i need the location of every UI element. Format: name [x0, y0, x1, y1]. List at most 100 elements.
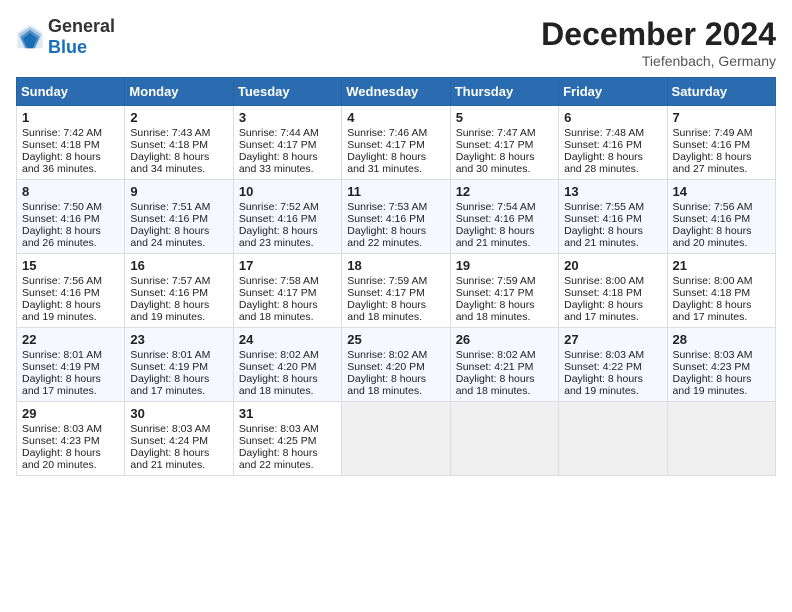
sunset-label: Sunset: 4:22 PM: [564, 361, 642, 373]
sunset-label: Sunset: 4:19 PM: [22, 361, 100, 373]
logo: General Blue: [16, 16, 115, 58]
calendar-week-row: 8 Sunrise: 7:50 AM Sunset: 4:16 PM Dayli…: [17, 180, 776, 254]
calendar-cell: 15 Sunrise: 7:56 AM Sunset: 4:16 PM Dayl…: [17, 254, 125, 328]
daylight-label: Daylight: 8 hours and 20 minutes.: [673, 225, 752, 249]
day-number: 2: [130, 110, 227, 125]
calendar-cell: 14 Sunrise: 7:56 AM Sunset: 4:16 PM Dayl…: [667, 180, 775, 254]
sunset-label: Sunset: 4:18 PM: [22, 139, 100, 151]
day-number: 12: [456, 184, 553, 199]
day-number: 27: [564, 332, 661, 347]
sunset-label: Sunset: 4:23 PM: [673, 361, 751, 373]
sunset-label: Sunset: 4:17 PM: [456, 287, 534, 299]
day-number: 7: [673, 110, 770, 125]
calendar-cell: [450, 402, 558, 476]
calendar-cell: 19 Sunrise: 7:59 AM Sunset: 4:17 PM Dayl…: [450, 254, 558, 328]
daylight-label: Daylight: 8 hours and 31 minutes.: [347, 151, 426, 175]
sunrise-label: Sunrise: 8:03 AM: [239, 423, 319, 435]
day-number: 5: [456, 110, 553, 125]
daylight-label: Daylight: 8 hours and 27 minutes.: [673, 151, 752, 175]
sunrise-label: Sunrise: 7:42 AM: [22, 127, 102, 139]
sunset-label: Sunset: 4:16 PM: [564, 139, 642, 151]
day-number: 4: [347, 110, 444, 125]
weekday-header-monday: Monday: [125, 78, 233, 106]
sunrise-label: Sunrise: 8:01 AM: [22, 349, 102, 361]
sunset-label: Sunset: 4:18 PM: [673, 287, 751, 299]
calendar-week-row: 15 Sunrise: 7:56 AM Sunset: 4:16 PM Dayl…: [17, 254, 776, 328]
daylight-label: Daylight: 8 hours and 21 minutes.: [130, 447, 209, 471]
sunrise-label: Sunrise: 7:43 AM: [130, 127, 210, 139]
day-number: 21: [673, 258, 770, 273]
calendar-cell: 22 Sunrise: 8:01 AM Sunset: 4:19 PM Dayl…: [17, 328, 125, 402]
sunrise-label: Sunrise: 8:03 AM: [564, 349, 644, 361]
calendar-cell: 27 Sunrise: 8:03 AM Sunset: 4:22 PM Dayl…: [559, 328, 667, 402]
weekday-header-friday: Friday: [559, 78, 667, 106]
daylight-label: Daylight: 8 hours and 17 minutes.: [130, 373, 209, 397]
sunrise-label: Sunrise: 7:47 AM: [456, 127, 536, 139]
weekday-header-saturday: Saturday: [667, 78, 775, 106]
calendar-cell: 21 Sunrise: 8:00 AM Sunset: 4:18 PM Dayl…: [667, 254, 775, 328]
sunrise-label: Sunrise: 7:44 AM: [239, 127, 319, 139]
sunset-label: Sunset: 4:16 PM: [673, 213, 751, 225]
title-block: December 2024 Tiefenbach, Germany: [541, 16, 776, 69]
location: Tiefenbach, Germany: [541, 53, 776, 69]
calendar-cell: [559, 402, 667, 476]
daylight-label: Daylight: 8 hours and 19 minutes.: [130, 299, 209, 323]
daylight-label: Daylight: 8 hours and 18 minutes.: [347, 299, 426, 323]
page-header: General Blue December 2024 Tiefenbach, G…: [16, 16, 776, 69]
sunset-label: Sunset: 4:20 PM: [239, 361, 317, 373]
calendar-cell: 11 Sunrise: 7:53 AM Sunset: 4:16 PM Dayl…: [342, 180, 450, 254]
calendar-cell: 12 Sunrise: 7:54 AM Sunset: 4:16 PM Dayl…: [450, 180, 558, 254]
daylight-label: Daylight: 8 hours and 17 minutes.: [22, 373, 101, 397]
daylight-label: Daylight: 8 hours and 19 minutes.: [564, 373, 643, 397]
day-number: 20: [564, 258, 661, 273]
calendar-week-row: 1 Sunrise: 7:42 AM Sunset: 4:18 PM Dayli…: [17, 106, 776, 180]
daylight-label: Daylight: 8 hours and 18 minutes.: [239, 299, 318, 323]
sunrise-label: Sunrise: 7:57 AM: [130, 275, 210, 287]
sunset-label: Sunset: 4:17 PM: [456, 139, 534, 151]
day-number: 16: [130, 258, 227, 273]
sunset-label: Sunset: 4:18 PM: [564, 287, 642, 299]
daylight-label: Daylight: 8 hours and 21 minutes.: [456, 225, 535, 249]
sunrise-label: Sunrise: 7:51 AM: [130, 201, 210, 213]
day-number: 19: [456, 258, 553, 273]
daylight-label: Daylight: 8 hours and 21 minutes.: [564, 225, 643, 249]
day-number: 13: [564, 184, 661, 199]
calendar-cell: 10 Sunrise: 7:52 AM Sunset: 4:16 PM Dayl…: [233, 180, 341, 254]
daylight-label: Daylight: 8 hours and 26 minutes.: [22, 225, 101, 249]
day-number: 30: [130, 406, 227, 421]
sunrise-label: Sunrise: 7:58 AM: [239, 275, 319, 287]
sunset-label: Sunset: 4:17 PM: [239, 287, 317, 299]
sunrise-label: Sunrise: 8:00 AM: [564, 275, 644, 287]
calendar-cell: 1 Sunrise: 7:42 AM Sunset: 4:18 PM Dayli…: [17, 106, 125, 180]
sunrise-label: Sunrise: 8:02 AM: [456, 349, 536, 361]
calendar-cell: 4 Sunrise: 7:46 AM Sunset: 4:17 PM Dayli…: [342, 106, 450, 180]
daylight-label: Daylight: 8 hours and 24 minutes.: [130, 225, 209, 249]
calendar-header-row: SundayMondayTuesdayWednesdayThursdayFrid…: [17, 78, 776, 106]
daylight-label: Daylight: 8 hours and 33 minutes.: [239, 151, 318, 175]
sunrise-label: Sunrise: 7:49 AM: [673, 127, 753, 139]
sunrise-label: Sunrise: 8:03 AM: [22, 423, 102, 435]
calendar-cell: 13 Sunrise: 7:55 AM Sunset: 4:16 PM Dayl…: [559, 180, 667, 254]
day-number: 22: [22, 332, 119, 347]
calendar-cell: 16 Sunrise: 7:57 AM Sunset: 4:16 PM Dayl…: [125, 254, 233, 328]
calendar-cell: 3 Sunrise: 7:44 AM Sunset: 4:17 PM Dayli…: [233, 106, 341, 180]
day-number: 3: [239, 110, 336, 125]
calendar-week-row: 22 Sunrise: 8:01 AM Sunset: 4:19 PM Dayl…: [17, 328, 776, 402]
calendar-cell: 7 Sunrise: 7:49 AM Sunset: 4:16 PM Dayli…: [667, 106, 775, 180]
sunset-label: Sunset: 4:16 PM: [22, 287, 100, 299]
daylight-label: Daylight: 8 hours and 18 minutes.: [347, 373, 426, 397]
sunset-label: Sunset: 4:25 PM: [239, 435, 317, 447]
sunset-label: Sunset: 4:16 PM: [347, 213, 425, 225]
sunrise-label: Sunrise: 7:50 AM: [22, 201, 102, 213]
daylight-label: Daylight: 8 hours and 17 minutes.: [564, 299, 643, 323]
day-number: 31: [239, 406, 336, 421]
daylight-label: Daylight: 8 hours and 18 minutes.: [239, 373, 318, 397]
daylight-label: Daylight: 8 hours and 20 minutes.: [22, 447, 101, 471]
sunset-label: Sunset: 4:17 PM: [239, 139, 317, 151]
daylight-label: Daylight: 8 hours and 36 minutes.: [22, 151, 101, 175]
day-number: 8: [22, 184, 119, 199]
daylight-label: Daylight: 8 hours and 18 minutes.: [456, 299, 535, 323]
sunset-label: Sunset: 4:16 PM: [22, 213, 100, 225]
daylight-label: Daylight: 8 hours and 23 minutes.: [239, 225, 318, 249]
general-blue-logo-icon: [16, 23, 44, 51]
